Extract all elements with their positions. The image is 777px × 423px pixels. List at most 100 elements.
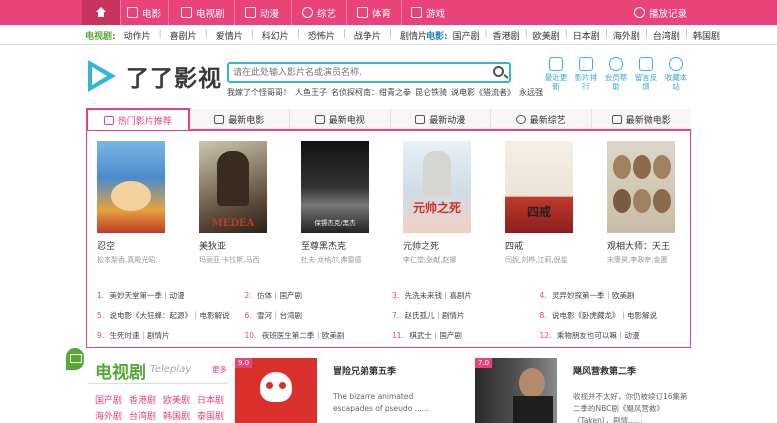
user-icon bbox=[609, 57, 623, 71]
movie-card[interactable]: 忍空 松本梨香,真殿光昭, bbox=[97, 141, 165, 265]
list-item[interactable]: 7. 赵氏孤儿｜剧情片 bbox=[392, 310, 540, 321]
genre-link[interactable]: 剧情片 bbox=[400, 29, 427, 42]
rank-number: 6. bbox=[244, 310, 252, 320]
nav-item-tv[interactable]: 电视剧 bbox=[181, 0, 225, 25]
movie-cast: 松本梨香,真殿光昭, bbox=[97, 256, 158, 264]
quick-bookmark[interactable]: 收藏本站 bbox=[663, 57, 689, 91]
list-item[interactable]: 12. 乘物朋友也可以嘛｜动漫 bbox=[540, 330, 688, 341]
movie-grid: 忍空 松本梨香,真殿光昭, MEDEA 美狄亚 玛丽亚·卡拉斯,马西 保镖杰克/… bbox=[97, 141, 675, 265]
search-icon[interactable] bbox=[493, 66, 504, 77]
list-item[interactable]: 5. 说电影《大狂蜂：起源》｜电影解说 bbox=[97, 310, 245, 321]
movie-card[interactable]: 四戒 四戒 闫妮,刘桦,江莉,倪星 bbox=[505, 141, 573, 265]
list-item[interactable]: 6. 雪河｜台湾剧 bbox=[245, 310, 393, 321]
column-divider bbox=[233, 351, 234, 423]
movie-poster bbox=[607, 141, 675, 233]
search-box bbox=[227, 62, 511, 83]
tab-new-anime[interactable]: 最新动漫 bbox=[390, 109, 491, 129]
genre-link[interactable]: 恐怖片 bbox=[308, 29, 335, 42]
hotword-link[interactable]: 说电影《猎流者》 bbox=[451, 87, 515, 98]
hotword-link[interactable]: 永远强 bbox=[519, 87, 543, 98]
more-link[interactable]: 更多 bbox=[212, 364, 227, 375]
movie-title: 忍空 bbox=[97, 242, 116, 252]
tv-card[interactable]: 7.0 飓风营救第二季 收视并不太好，你仍被续订16集第二季的NBC剧《飓风营救… bbox=[475, 358, 705, 423]
home-button[interactable] bbox=[82, 0, 120, 25]
list-item[interactable]: 10. 夜班医生第二季｜欧美剧 bbox=[245, 330, 393, 341]
quick-feedback[interactable]: 留言反馈 bbox=[633, 57, 659, 91]
rank-number: 2. bbox=[244, 290, 252, 300]
tv-card[interactable]: 9.0 冒险兄弟第五季 The bizarre animated escapad… bbox=[235, 358, 460, 423]
section-subtitle: Teleplay bbox=[150, 364, 192, 375]
variety-icon bbox=[515, 114, 526, 124]
nav-divider bbox=[234, 0, 235, 25]
region-link[interactable]: 台湾剧 bbox=[653, 29, 680, 42]
nav-item-movie[interactable]: 电影 bbox=[127, 0, 161, 25]
list-item[interactable]: 3. 先洗未来钱｜喜剧片 bbox=[392, 290, 540, 301]
nav-item-variety[interactable]: 综艺 bbox=[302, 0, 336, 25]
hotword-link[interactable]: 我嫁了个怪哥哥！ bbox=[227, 87, 291, 98]
tv-category-links: 国产剧 香港剧 欧美剧 日本剧 海外剧 台湾剧 韩国剧 泰国剧 bbox=[95, 393, 230, 422]
tab-hot[interactable]: 热门影片推荐 bbox=[86, 108, 190, 130]
history-button[interactable]: 播放记录 bbox=[634, 0, 687, 25]
clock-icon bbox=[634, 7, 645, 18]
hotword-link[interactable]: 人鱼王子 bbox=[295, 87, 327, 98]
nav-item-anime[interactable]: 动漫 bbox=[245, 0, 279, 25]
region-link[interactable]: 日本剧 bbox=[573, 29, 600, 42]
genre-link[interactable]: 战争片 bbox=[354, 29, 381, 42]
region-link[interactable]: 海外剧 bbox=[613, 29, 640, 42]
movie-poster: 四戒 bbox=[505, 141, 573, 233]
list-item[interactable]: 1. 美妙天堂第一季｜动漫 bbox=[97, 290, 245, 301]
nav-item-game[interactable]: 游戏 bbox=[411, 0, 445, 25]
region-link[interactable]: 韩国剧 bbox=[693, 29, 720, 42]
region-link[interactable]: 国产剧 bbox=[453, 29, 480, 42]
region-link[interactable]: 香港剧 bbox=[493, 29, 520, 42]
movie-card[interactable]: 保镖杰克/黑杰 至尊黑杰克 杜夫·龙格尔,弗雷德 bbox=[301, 141, 369, 265]
genre-link[interactable]: 爱情片 bbox=[216, 29, 243, 42]
tv-category-link[interactable]: 欧美剧 bbox=[163, 393, 190, 406]
tv-category-link[interactable]: 海外剧 bbox=[95, 409, 122, 422]
tv-category-link[interactable]: 台湾剧 bbox=[129, 409, 156, 422]
quick-ranking[interactable]: 影片排行 bbox=[573, 57, 599, 91]
message-icon bbox=[639, 57, 653, 71]
sub-navbar: 电视剧: 动作片 | 喜剧片 | 爱情片 | 科幻片 | 恐怖片 | 战争片 | 剧情片 电… bbox=[0, 25, 777, 45]
list-item[interactable]: 9. 生死时速｜剧情片 bbox=[97, 330, 245, 341]
tab-new-variety[interactable]: 最新综艺 bbox=[491, 109, 592, 129]
section-divider bbox=[88, 383, 228, 384]
bar-chart-icon bbox=[579, 57, 593, 71]
tv-category-link[interactable]: 泰国剧 bbox=[197, 409, 224, 422]
region-link[interactable]: 欧美剧 bbox=[533, 29, 560, 42]
score-badge: 7.0 bbox=[475, 358, 493, 368]
hotword-link[interactable]: 昆仑铁骑 bbox=[415, 87, 447, 98]
tv-category-link[interactable]: 韩国剧 bbox=[163, 409, 190, 422]
hotword-link[interactable]: 名侦探柯南：绀青之拳 bbox=[331, 87, 411, 98]
list-item[interactable]: 4. 灵异妙探第一季｜欧美剧 bbox=[540, 290, 688, 301]
tv-category-link[interactable]: 香港剧 bbox=[129, 393, 156, 406]
film-icon bbox=[214, 114, 225, 124]
tv-card-image: 9.0 bbox=[235, 358, 317, 423]
movie-poster bbox=[97, 141, 165, 233]
tab-new-tv[interactable]: 最新电视 bbox=[290, 109, 391, 129]
tv-category-link[interactable]: 日本剧 bbox=[197, 393, 224, 406]
movie-card[interactable]: 元帅之死 元帅之死 李仁堂,张献,赵娜 bbox=[403, 141, 471, 265]
movie-title: 美狄亚 bbox=[199, 242, 227, 252]
tv-category-link[interactable]: 国产剧 bbox=[95, 393, 122, 406]
site-logo[interactable]: 了了影视 bbox=[86, 57, 222, 95]
movie-card[interactable]: 观相大师：天王 宋康昊,李政宰,金惠 bbox=[607, 141, 675, 265]
nav-item-sports[interactable]: 体育 bbox=[357, 0, 391, 25]
list-item[interactable]: 8. 说电影《卧虎藏龙》｜电影解说 bbox=[540, 310, 688, 321]
genre-link[interactable]: 喜剧片 bbox=[170, 29, 197, 42]
rank-number: 9. bbox=[97, 330, 105, 340]
genre-link[interactable]: 动作片 bbox=[124, 29, 151, 42]
rank-number: 7. bbox=[392, 310, 400, 320]
genre-link[interactable]: 科幻片 bbox=[262, 29, 289, 42]
film-icon bbox=[127, 7, 138, 18]
list-item[interactable]: 11. 棋武士｜国产剧 bbox=[392, 330, 540, 341]
list-item[interactable]: 2. 仿体｜国产剧 bbox=[245, 290, 393, 301]
tab-new-micro[interactable]: 最新微电影 bbox=[591, 109, 691, 129]
movie-title: 元帅之死 bbox=[403, 242, 440, 252]
movie-card[interactable]: MEDEA 美狄亚 玛丽亚·卡拉斯,马西 bbox=[199, 141, 267, 265]
quick-member-help[interactable]: 会员帮助 bbox=[603, 57, 629, 91]
search-input[interactable] bbox=[229, 64, 479, 81]
quick-recent-update[interactable]: 最近更新 bbox=[543, 57, 569, 91]
rank-number: 12. bbox=[539, 330, 552, 340]
tab-new-movie[interactable]: 最新电影 bbox=[189, 109, 290, 129]
